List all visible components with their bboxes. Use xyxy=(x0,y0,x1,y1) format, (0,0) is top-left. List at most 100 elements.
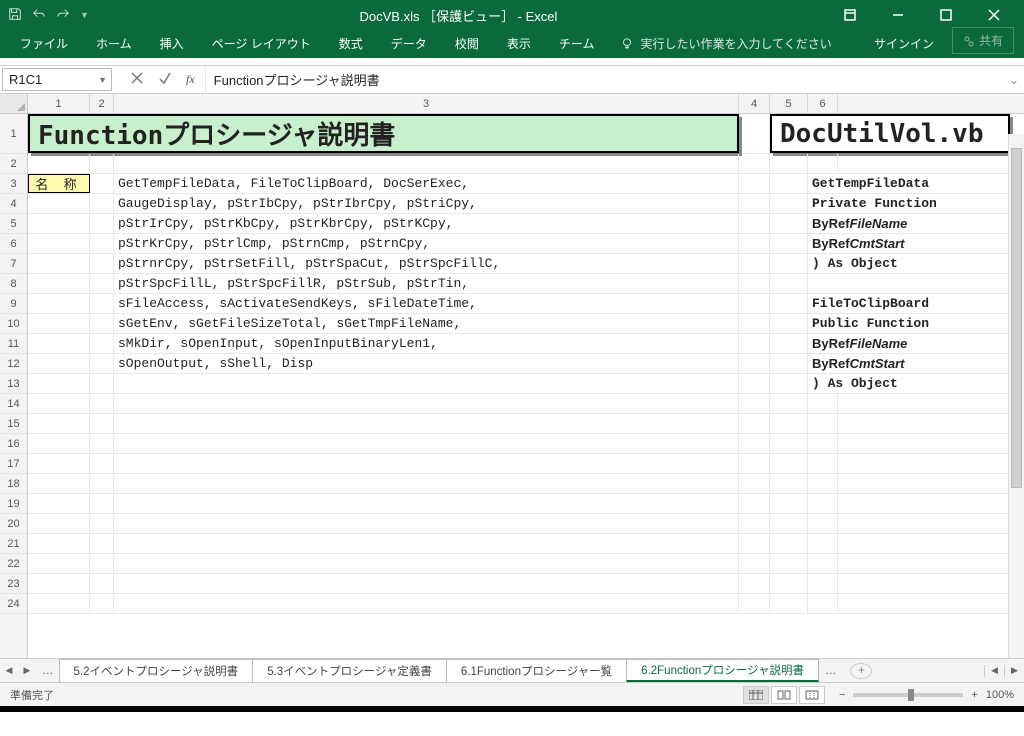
zoom-slider[interactable] xyxy=(853,693,963,697)
function-list-cell[interactable]: sFileAccess, sActivateSendKeys, sFileDat… xyxy=(114,294,739,313)
function-list-cell[interactable]: GetTempFileData, FileToClipBoard, DocSer… xyxy=(114,174,739,193)
page-layout-view-button[interactable] xyxy=(771,686,797,704)
cell[interactable] xyxy=(90,294,114,313)
cell[interactable] xyxy=(770,234,808,253)
cell[interactable] xyxy=(808,414,838,433)
sheet-tab[interactable]: 6.2Functionプロシージャ説明書 xyxy=(626,659,819,682)
cells-area[interactable]: Functionプロシージャ説明書DocUtilVol.vb名 称GetTemp… xyxy=(28,114,1024,658)
cell[interactable] xyxy=(808,394,838,413)
row-header[interactable]: 2 xyxy=(0,154,27,174)
row-header[interactable]: 18 xyxy=(0,474,27,494)
cell[interactable] xyxy=(28,454,90,473)
cell[interactable] xyxy=(770,174,808,193)
row-header[interactable]: 12 xyxy=(0,354,27,374)
row-header[interactable]: 22 xyxy=(0,554,27,574)
zoom-out-button[interactable]: − xyxy=(839,689,845,701)
tab-insert[interactable]: 挿入 xyxy=(146,29,198,58)
cell[interactable] xyxy=(808,554,838,573)
cell[interactable] xyxy=(770,574,808,593)
cell[interactable] xyxy=(739,434,770,453)
cell[interactable] xyxy=(808,514,838,533)
cell[interactable] xyxy=(28,334,90,353)
cell[interactable] xyxy=(90,174,114,193)
vertical-scrollbar[interactable] xyxy=(1008,134,1024,658)
cell[interactable] xyxy=(114,554,739,573)
cell[interactable] xyxy=(90,574,114,593)
cell[interactable] xyxy=(770,314,808,333)
hscroll-right-icon[interactable]: ► xyxy=(1004,665,1024,677)
maximize-button[interactable] xyxy=(924,0,968,30)
cell[interactable] xyxy=(808,534,838,553)
cell[interactable] xyxy=(739,394,770,413)
cell[interactable] xyxy=(114,474,739,493)
cell[interactable] xyxy=(114,374,739,393)
row-header[interactable]: 20 xyxy=(0,514,27,534)
row-header[interactable]: 6 xyxy=(0,234,27,254)
cell[interactable] xyxy=(739,414,770,433)
row-header[interactable]: 3 xyxy=(0,174,27,194)
row-header[interactable]: 7 xyxy=(0,254,27,274)
cell[interactable] xyxy=(28,214,90,233)
cell[interactable] xyxy=(808,594,838,613)
cell[interactable] xyxy=(114,394,739,413)
cell[interactable] xyxy=(770,514,808,533)
hscroll-left-icon[interactable]: ◄ xyxy=(984,665,1004,677)
cell[interactable] xyxy=(770,534,808,553)
cell[interactable] xyxy=(770,214,808,233)
cell[interactable] xyxy=(770,354,808,373)
row-header[interactable]: 19 xyxy=(0,494,27,514)
function-list-cell[interactable]: pStrIrCpy, pStrKbCpy, pStrKbrCpy, pStrKC… xyxy=(114,214,739,233)
cell[interactable] xyxy=(90,494,114,513)
signature-cell[interactable]: ByRef CmtStart xyxy=(808,234,1008,253)
cell[interactable] xyxy=(770,254,808,273)
col-header[interactable]: 3 xyxy=(114,94,739,113)
cell[interactable] xyxy=(28,394,90,413)
chevron-down-icon[interactable]: ▼ xyxy=(98,75,107,85)
cell[interactable] xyxy=(808,494,838,513)
cell[interactable] xyxy=(770,454,808,473)
tab-page-layout[interactable]: ページ レイアウト xyxy=(198,29,325,58)
cell[interactable] xyxy=(114,514,739,533)
redo-icon[interactable] xyxy=(56,7,70,24)
tab-team[interactable]: チーム xyxy=(545,29,609,58)
cell[interactable] xyxy=(114,434,739,453)
row-header[interactable]: 15 xyxy=(0,414,27,434)
row-header[interactable]: 4 xyxy=(0,194,27,214)
function-list-cell[interactable]: sMkDir, sOpenInput, sOpenInputBinaryLen1… xyxy=(114,334,739,353)
cell[interactable] xyxy=(28,234,90,253)
cell[interactable] xyxy=(739,354,770,373)
minimize-button[interactable] xyxy=(876,0,920,30)
tell-me[interactable]: 実行したい作業を入力してください xyxy=(608,35,843,58)
cell[interactable] xyxy=(770,554,808,573)
tab-nav-prev-icon[interactable]: ► xyxy=(18,665,36,677)
cell[interactable] xyxy=(90,154,114,173)
signature-cell[interactable]: FileToClipBoard xyxy=(808,294,1008,313)
cell[interactable] xyxy=(739,554,770,573)
ribbon-display-icon[interactable] xyxy=(828,0,872,30)
cell[interactable] xyxy=(739,174,770,193)
cell[interactable] xyxy=(770,394,808,413)
col-header[interactable]: 2 xyxy=(90,94,114,113)
document-title-cell[interactable]: Functionプロシージャ説明書 xyxy=(28,114,739,153)
cell[interactable] xyxy=(28,554,90,573)
tab-nav-first-icon[interactable]: ◄ xyxy=(0,665,18,677)
cell[interactable] xyxy=(739,574,770,593)
cell[interactable] xyxy=(90,234,114,253)
signature-cell[interactable]: ByRef FileName xyxy=(808,334,1008,353)
name-box[interactable]: R1C1 ▼ xyxy=(2,68,112,91)
cell[interactable] xyxy=(739,454,770,473)
cell[interactable] xyxy=(28,374,90,393)
cell[interactable] xyxy=(90,274,114,293)
cell[interactable] xyxy=(28,354,90,373)
cell[interactable] xyxy=(770,414,808,433)
formula-input[interactable]: Functionプロシージャ説明書 xyxy=(205,66,1004,93)
cell[interactable] xyxy=(808,434,838,453)
sheet-tab[interactable]: 6.1Functionプロシージャー覧 xyxy=(446,659,627,682)
function-list-cell[interactable]: pStrSpcFillL, pStrSpcFillR, pStrSub, pSt… xyxy=(114,274,739,293)
cell[interactable] xyxy=(90,334,114,353)
cell[interactable] xyxy=(114,494,739,513)
cell[interactable] xyxy=(28,194,90,213)
tab-overflow-right[interactable]: … xyxy=(819,665,843,677)
cell[interactable] xyxy=(739,334,770,353)
row-header[interactable]: 5 xyxy=(0,214,27,234)
